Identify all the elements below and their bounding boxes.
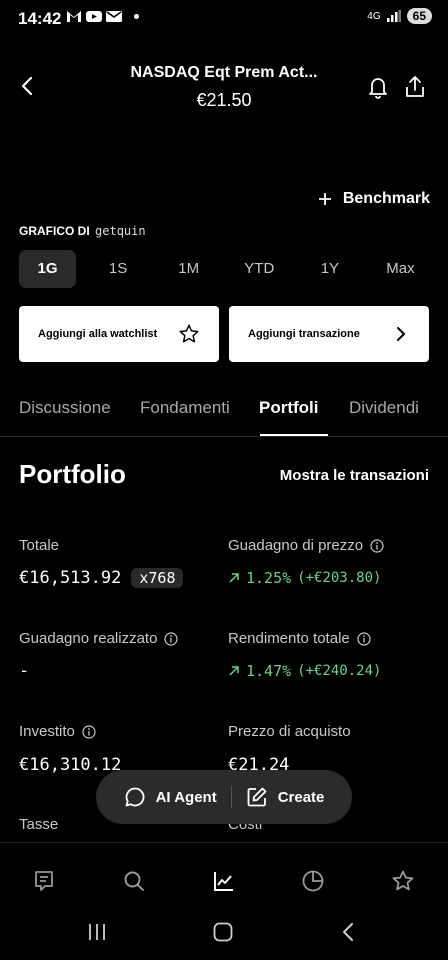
chevron-right-icon [397, 327, 405, 341]
network-label: 4G [367, 10, 381, 22]
range-1s[interactable]: 1S [90, 250, 147, 288]
watchlist-label: Aggiungi alla watchlist [38, 328, 158, 340]
star-icon [179, 324, 199, 343]
share-icon[interactable] [403, 74, 427, 100]
price-gain-label-text: Guadagno di prezzo [228, 537, 364, 554]
tab-bar: Discussione Fondamenti Portfoli Dividend… [0, 388, 448, 437]
system-navigation-bar [0, 918, 448, 960]
tab-dividendi[interactable]: Dividendi [349, 398, 419, 418]
transaction-label: Aggiungi transazione [248, 328, 360, 340]
benchmark-button[interactable]: Benchmark [317, 190, 430, 208]
feed-icon[interactable] [32, 869, 56, 893]
total-value-row: €16,513.92 x768 [19, 568, 184, 588]
info-icon[interactable] [370, 538, 384, 553]
markets-chart-icon[interactable] [212, 869, 236, 893]
range-max[interactable]: Max [372, 250, 429, 288]
taxes-label: Tasse [19, 816, 59, 833]
range-1g[interactable]: 1G [19, 250, 76, 288]
system-back-icon[interactable] [338, 921, 360, 943]
purchase-price-label: Prezzo di acquisto [228, 723, 351, 740]
realized-gain-label-text: Guadagno realizzato [19, 630, 158, 647]
plus-icon [318, 193, 331, 205]
system-status: 4G 65 [367, 8, 432, 24]
tab-discussione[interactable]: Discussione [19, 398, 111, 418]
range-1m[interactable]: 1M [160, 250, 217, 288]
benchmark-label: Benchmark [342, 190, 430, 207]
search-icon[interactable] [122, 869, 146, 893]
edit-icon [247, 787, 267, 807]
chart-by-label: GRAFICO DI [19, 224, 90, 238]
portfolio-pie-icon[interactable] [301, 869, 325, 893]
realized-gain-value: - [19, 661, 30, 681]
notification-icons [66, 9, 139, 23]
price-gain-percent: 1.25% [246, 569, 292, 587]
chat-bubble-icon [125, 787, 144, 807]
more-notifications-dot [134, 13, 139, 19]
floating-action-pill: AI Agent Create [96, 770, 352, 824]
total-return-row: 1.47% (+€240.24) [228, 662, 381, 680]
invested-label-text: Investito [19, 723, 75, 740]
invested-label: Investito [19, 723, 96, 740]
signal-icon [386, 10, 401, 22]
create-button[interactable]: Create [246, 786, 325, 808]
range-1y[interactable]: 1Y [301, 250, 358, 288]
info-icon[interactable] [82, 724, 96, 739]
tab-portfoli[interactable]: Portfoli [259, 398, 319, 418]
chart-attribution: GRAFICO DI getquin [19, 224, 146, 238]
active-tab-indicator [260, 434, 328, 436]
youtube-icon [86, 11, 102, 22]
gmail-icon [67, 11, 81, 22]
range-selector: 1G 1S 1M YTD 1Y Max [19, 250, 429, 288]
ai-agent-button[interactable]: AI Agent [124, 786, 217, 808]
total-return-label-text: Rendimento totale [228, 630, 350, 647]
chart-brand: getquin [95, 224, 146, 238]
add-transaction-button[interactable]: Aggiungi transazione [229, 306, 429, 362]
total-return-label: Rendimento totale [228, 630, 371, 647]
arrow-up-right-icon [229, 666, 239, 676]
status-time: 14:42 [18, 9, 62, 28]
mail-icon [106, 11, 122, 22]
realized-gain-label: Guadagno realizzato [19, 630, 179, 647]
total-return-amount: (+€240.24) [297, 663, 382, 679]
price-gain-label: Guadagno di prezzo [228, 537, 384, 554]
battery-level: 65 [406, 8, 432, 24]
invested-value: €16,310.12 [19, 755, 122, 775]
pill-divider [230, 786, 232, 808]
portfolio-title: Portfolio [19, 459, 126, 489]
total-label: Totale [19, 537, 59, 554]
total-return-percent: 1.47% [246, 662, 292, 680]
show-transactions-link[interactable]: Mostra le transazioni [280, 467, 429, 484]
info-icon[interactable] [164, 631, 179, 646]
tab-fondamenti[interactable]: Fondamenti [140, 398, 230, 418]
quantity-badge: x768 [131, 568, 184, 588]
price-gain-row: 1.25% (+€203.80) [228, 569, 381, 587]
home-icon[interactable] [212, 921, 234, 943]
info-icon[interactable] [357, 631, 371, 646]
watchlist-star-icon[interactable] [391, 869, 415, 893]
arrow-up-right-icon [229, 573, 239, 583]
total-value: €16,513.92 [19, 568, 122, 588]
recent-apps-icon[interactable] [86, 922, 108, 942]
bottom-navigation [0, 842, 448, 919]
add-to-watchlist-button[interactable]: Aggiungi alla watchlist [19, 306, 219, 362]
range-ytd[interactable]: YTD [231, 250, 288, 288]
create-label: Create [277, 788, 325, 806]
total-label-text: Totale [19, 537, 60, 554]
ai-agent-label: AI Agent [155, 788, 217, 806]
price-gain-amount: (+€203.80) [297, 570, 382, 586]
bell-icon[interactable] [366, 74, 390, 100]
